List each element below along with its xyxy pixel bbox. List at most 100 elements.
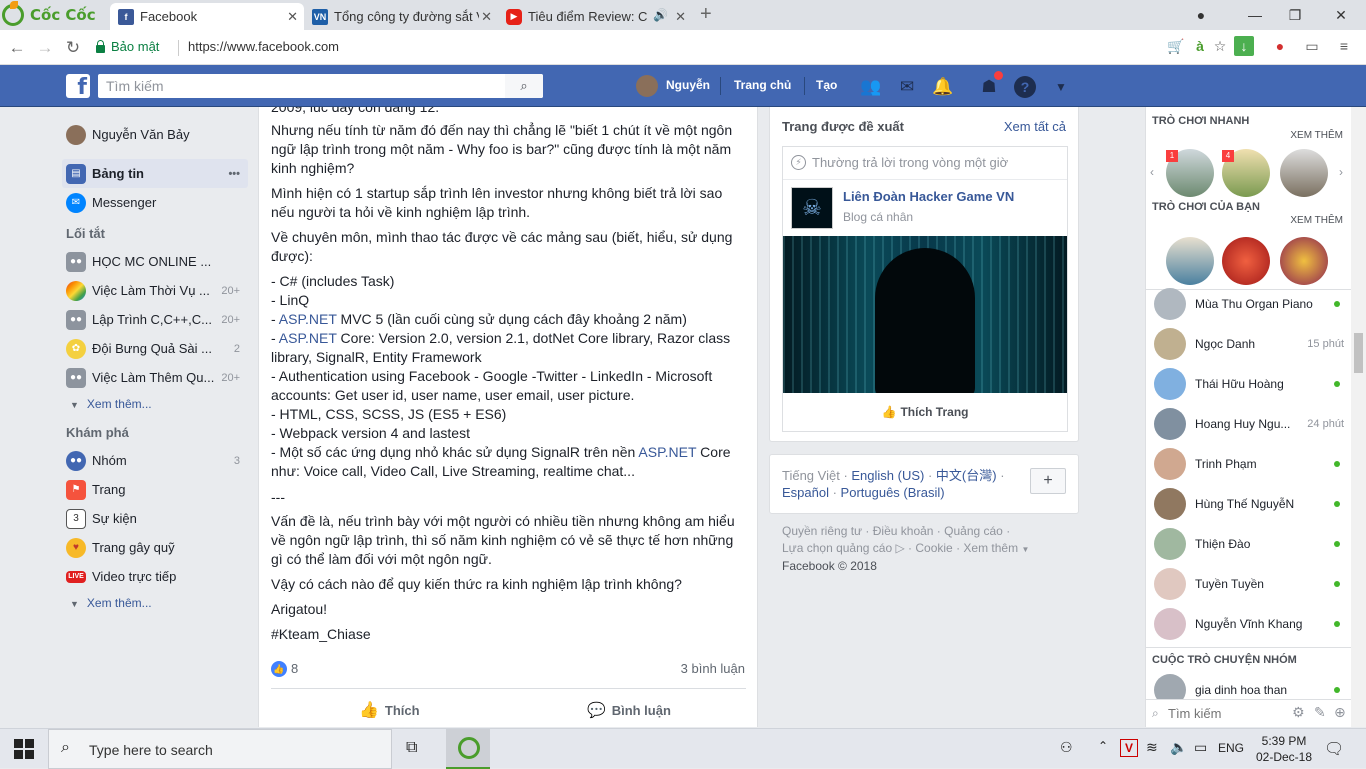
people-icon[interactable]: ⚇ — [1060, 739, 1073, 756]
add-language-button[interactable]: + — [1030, 468, 1066, 494]
post-link[interactable]: ASP.NET — [279, 330, 337, 346]
chat-contact[interactable]: Thiện Đào — [1146, 524, 1352, 564]
create-link[interactable]: Tạo — [816, 78, 837, 92]
language-option[interactable]: Español — [782, 485, 829, 500]
settings-icon[interactable]: ⚙ — [1292, 704, 1305, 721]
like-button[interactable]: 👍 Thích — [359, 698, 420, 722]
game-avatar[interactable] — [1280, 149, 1328, 197]
vietkey-icon[interactable]: V — [1120, 739, 1138, 757]
forward-icon[interactable]: → — [34, 37, 56, 59]
footer-link[interactable]: Điều khoản — [873, 524, 934, 538]
tab-facebook[interactable]: f Facebook ✕ — [110, 3, 304, 30]
see-more-link[interactable]: ▼ Xem thêm... — [62, 591, 248, 615]
footer-link[interactable]: Lựa chọn quảng cáo — [782, 541, 892, 555]
url-field[interactable]: https://www.facebook.com — [188, 39, 339, 54]
tab-youtube[interactable]: ▶ Tiêu điểm Review: Con 🔊 ✕ — [498, 3, 692, 30]
friends-icon[interactable]: 👥 — [860, 76, 882, 98]
more-options-icon[interactable]: ••• — [228, 168, 240, 180]
help-icon[interactable]: ? — [1014, 76, 1036, 98]
chevron-down-icon[interactable]: ▼ — [1050, 76, 1072, 98]
fb-search-input[interactable] — [98, 74, 543, 98]
sidebar-item-shortcut[interactable]: ●● HỌC MC ONLINE ... — [62, 247, 248, 276]
footer-link[interactable]: Quyền riêng tư — [782, 524, 862, 538]
chat-contact[interactable]: Nguyễn Vĩnh Khang — [1146, 604, 1352, 644]
page-name-link[interactable]: Liên Đoàn Hacker Game VN — [843, 189, 1014, 204]
taskbar-search[interactable]: ⌕ Type here to search — [48, 729, 392, 769]
post-link[interactable]: ASP.NET — [279, 311, 337, 327]
secure-indicator[interactable]: Bảo mật — [96, 39, 159, 54]
sidebar-item-shortcut[interactable]: Việc Làm Thời Vụ ... 20+ — [62, 276, 248, 305]
back-icon[interactable]: ← — [6, 37, 28, 59]
download-icon[interactable]: ↓ — [1234, 36, 1254, 56]
language-option[interactable]: 中文(台灣) — [936, 468, 997, 483]
chevron-up-icon[interactable]: ⌃ — [1098, 739, 1108, 753]
sidebar-item-messenger[interactable]: ✉ Messenger — [62, 188, 248, 217]
star-icon[interactable]: ☆ — [1210, 36, 1230, 56]
profile-link[interactable]: Nguyễn — [666, 78, 710, 92]
messenger-icon[interactable]: ✉ — [896, 76, 918, 98]
footer-link[interactable]: Xem thêm — [963, 541, 1018, 555]
chevron-right-icon[interactable]: › — [1339, 165, 1343, 179]
sidebar-item-fundraisers[interactable]: ♥ Trang gây quỹ — [62, 533, 248, 562]
search-icon[interactable]: ⌕ — [505, 74, 543, 98]
close-window-icon[interactable]: ✕ — [1330, 4, 1352, 26]
see-more-link[interactable]: ▼ Xem thêm... — [62, 392, 248, 416]
page-avatar[interactable]: ☠ — [791, 187, 833, 229]
like-count[interactable]: 8 — [291, 661, 298, 676]
task-view-icon[interactable]: ⧉ — [406, 739, 417, 757]
facebook-logo-icon[interactable]: f — [66, 74, 90, 98]
speaker-icon[interactable]: 🔊 — [653, 8, 668, 22]
sidebar-item-live-video[interactable]: LIVE Video trực tiếp — [62, 562, 248, 591]
chat-contact[interactable]: Mùa Thu Organ Piano — [1146, 284, 1352, 324]
footer-link[interactable]: Quảng cáo — [944, 524, 1003, 538]
close-icon[interactable]: ✕ — [675, 9, 686, 25]
scrollbar-thumb[interactable] — [1354, 333, 1363, 373]
minimize-icon[interactable]: — — [1244, 4, 1266, 26]
reload-icon[interactable]: ↻ — [62, 37, 84, 59]
typing-icon[interactable]: à — [1190, 36, 1210, 56]
group-add-icon[interactable]: ⊕ — [1334, 704, 1346, 721]
see-more-games[interactable]: XEM THÊM — [1290, 130, 1343, 141]
close-icon[interactable]: ✕ — [287, 9, 298, 25]
post-link[interactable]: ASP.NET — [638, 444, 696, 460]
footer-link[interactable]: Cookie — [915, 541, 952, 555]
sidebar-item-news-feed[interactable]: ▤ Bảng tin ••• — [62, 159, 248, 188]
chat-contact[interactable]: Hùng Thế NguyễN — [1146, 484, 1352, 524]
avatar[interactable] — [636, 75, 658, 97]
tab-vnr[interactable]: VN Tổng công ty đường sắt Việt Nam ✕ — [304, 3, 498, 30]
compose-icon[interactable]: ✎ — [1314, 704, 1326, 721]
game-avatar[interactable] — [1222, 237, 1270, 285]
comments-count[interactable]: 3 bình luận — [681, 661, 745, 676]
see-more-games[interactable]: XEM THÊM — [1290, 215, 1343, 226]
adblock-icon[interactable]: ● — [1270, 36, 1290, 56]
cart-icon[interactable]: 🛒 — [1166, 36, 1186, 56]
sidebar-item-events[interactable]: 3 Sự kiện — [62, 504, 248, 533]
chat-contact[interactable]: Tuyền Tuyền — [1146, 564, 1352, 604]
game-avatar[interactable] — [1166, 237, 1214, 285]
see-all-link[interactable]: Xem tất cả — [1004, 119, 1066, 134]
language-indicator[interactable]: ENG — [1218, 741, 1244, 755]
game-avatar[interactable] — [1280, 237, 1328, 285]
speaker-icon[interactable]: 🔈 — [1170, 739, 1187, 756]
battery-icon[interactable]: ▭ — [1194, 739, 1207, 756]
notifications-icon[interactable]: 🔔 — [932, 76, 954, 98]
taskbar-coccoc[interactable] — [446, 729, 490, 769]
menu-icon[interactable]: ≡ — [1334, 36, 1354, 56]
account-icon[interactable]: ● — [1190, 4, 1212, 26]
maximize-icon[interactable]: ❐ — [1284, 4, 1306, 26]
profile-link[interactable]: Nguyễn Văn Bảy — [62, 120, 248, 149]
chat-search-input[interactable] — [1168, 703, 1268, 723]
language-option[interactable]: Português (Brasil) — [841, 485, 945, 500]
clock[interactable]: 5:39 PM 02-Dec-18 — [1254, 733, 1314, 765]
sidebar-item-groups[interactable]: ●● Nhóm 3 — [62, 446, 248, 475]
hashtag-link[interactable]: #Kteam_Chiase — [271, 625, 746, 644]
windows-start-icon[interactable] — [14, 739, 34, 759]
new-tab-button[interactable]: + — [700, 3, 712, 26]
page-cover-image[interactable] — [783, 236, 1067, 393]
sidebar-item-pages[interactable]: ⚑ Trang — [62, 475, 248, 504]
home-link[interactable]: Trang chủ — [734, 78, 791, 92]
language-option[interactable]: English (US) — [851, 468, 924, 483]
chat-contact[interactable]: Trinh Phạm — [1146, 444, 1352, 484]
scrollbar[interactable] — [1351, 107, 1366, 727]
chat-contact[interactable]: Hoang Huy Ngu... 24 phút — [1146, 404, 1352, 444]
